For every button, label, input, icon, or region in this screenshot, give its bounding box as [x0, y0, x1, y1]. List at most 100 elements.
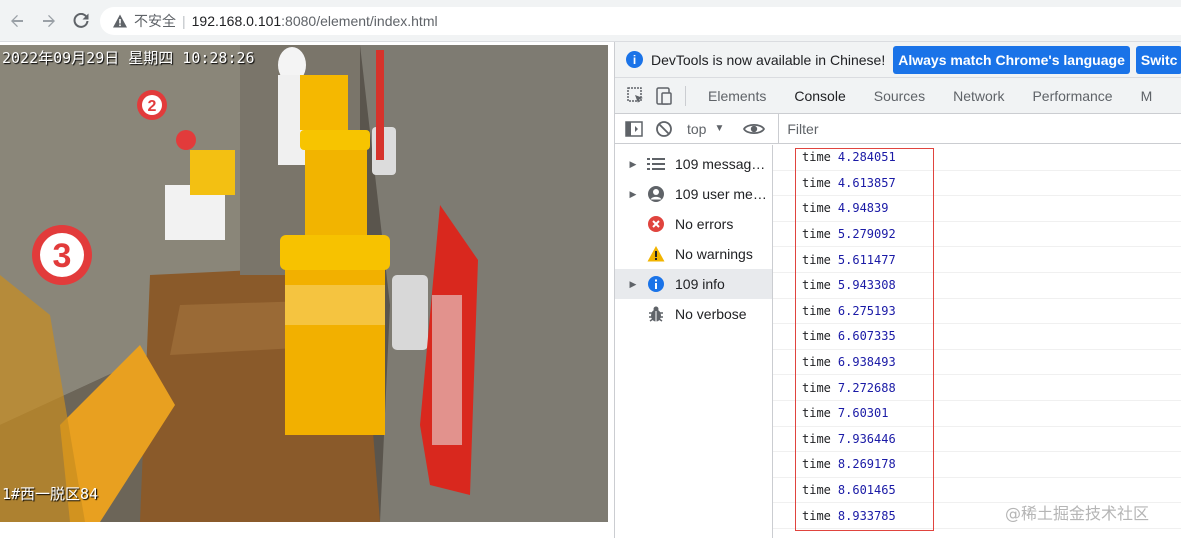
eye-icon — [743, 123, 766, 134]
infobar-text: DevTools is now available in Chinese! — [651, 51, 886, 68]
console-log-area[interactable]: time 4.284051 time 4.613857 time 4.94839 time 5… — [773, 145, 1181, 538]
console-filterbar: top ▼ Filter — [615, 113, 1181, 144]
device-toolbar-button[interactable] — [651, 83, 677, 109]
console-body: ▶ 109 messag… ▶ 109 user me… No errors N… — [615, 145, 1181, 538]
log-value: 6.938493 — [837, 355, 896, 370]
user-icon — [647, 185, 665, 203]
log-key: time — [802, 483, 831, 498]
expand-arrow-icon: ▶ — [629, 278, 637, 289]
context-label: top — [687, 120, 707, 137]
svg-text:2: 2 — [148, 98, 157, 115]
info-icon — [647, 275, 665, 293]
log-key: time — [802, 380, 831, 395]
arrow-right-icon — [43, 14, 55, 27]
log-key: time — [802, 175, 831, 190]
reload-button[interactable] — [66, 6, 96, 36]
context-selector[interactable]: top ▼ — [687, 121, 724, 137]
console-log-row: time 4.284051 — [773, 145, 1181, 171]
warning-icon — [647, 245, 665, 263]
back-button[interactable] — [2, 6, 32, 36]
console-log-row: time 6.938493 — [773, 350, 1181, 376]
console-sidebar: ▶ 109 messag… ▶ 109 user me… No errors N… — [615, 145, 773, 538]
insecure-label: 不安全 — [134, 13, 176, 29]
tab-more[interactable]: M — [1127, 78, 1167, 113]
tab-separator — [685, 85, 686, 106]
sidebar-item-info[interactable]: ▶ 109 info — [615, 269, 772, 299]
log-key: time — [802, 431, 831, 446]
toggle-sidebar-button[interactable] — [623, 118, 645, 140]
sidebar-toggle-icon — [625, 120, 643, 137]
clear-console-button[interactable] — [653, 118, 675, 140]
sidebar-item-warnings[interactable]: No warnings — [615, 239, 772, 269]
address-bar[interactable]: 不安全 | 192.168.0.101:8080/element/index.h… — [100, 7, 1181, 35]
log-value: 7.936446 — [837, 431, 896, 446]
log-key: time — [802, 329, 831, 344]
log-value: 4.94839 — [837, 201, 889, 216]
expand-arrow-icon: ▶ — [629, 158, 637, 169]
devtools-panel: i DevTools is now available in Chinese! … — [614, 42, 1181, 538]
log-value: 5.279092 — [837, 227, 896, 242]
console-log-row: time 4.94839 — [773, 196, 1181, 222]
watermark: @稀土掘金技术社区 — [1005, 504, 1150, 523]
tab-network[interactable]: Network — [939, 78, 1018, 113]
tab-console[interactable]: Console — [780, 78, 861, 113]
arrow-left-icon — [11, 14, 23, 27]
video-frame: 2 3 — [0, 45, 608, 522]
device-mode-icon — [656, 86, 672, 105]
switch-language-button[interactable]: Switc — [1135, 45, 1181, 74]
console-log-row: time 5.611477 — [773, 247, 1181, 273]
inspect-element-button[interactable] — [623, 83, 649, 109]
console-log-row: time 7.936446 — [773, 427, 1181, 453]
expand-arrow-icon: ▶ — [629, 188, 637, 199]
sidebar-item-label: No warnings — [675, 246, 753, 262]
log-value: 8.601465 — [837, 483, 896, 498]
video-player[interactable]: 2 3 2022年09月29日 星期四 10:28:26 1#西一脱区84 — [0, 45, 608, 522]
tab-performance[interactable]: Performance — [1018, 78, 1126, 113]
sidebar-item-label: No errors — [675, 216, 734, 232]
url-separator: | — [182, 13, 186, 29]
sidebar-item-errors[interactable]: No errors — [615, 209, 772, 239]
language-infobar: i DevTools is now available in Chinese! … — [615, 42, 1181, 78]
log-value: 8.269178 — [837, 457, 896, 472]
url-path: :8080/element/index.html — [281, 13, 438, 29]
log-value: 7.272688 — [837, 380, 896, 395]
console-log-row: time 7.272688 — [773, 375, 1181, 401]
video-timestamp: 2022年09月29日 星期四 10:28:26 — [2, 49, 255, 67]
log-value: 4.284051 — [837, 150, 896, 165]
console-log-row: time 5.279092 — [773, 222, 1181, 248]
forward-button[interactable] — [34, 6, 64, 36]
sidebar-item-messages[interactable]: ▶ 109 messag… — [615, 149, 772, 179]
log-key: time — [802, 227, 831, 242]
console-log-row: time 4.613857 — [773, 171, 1181, 197]
log-key: time — [802, 406, 831, 421]
list-icon — [647, 155, 665, 173]
warning-triangle-icon — [113, 14, 127, 28]
sidebar-item-verbose[interactable]: No verbose — [615, 299, 772, 329]
log-key: time — [802, 252, 831, 267]
console-log-row: time 7.60301 — [773, 401, 1181, 427]
live-expression-button[interactable] — [740, 118, 768, 140]
bug-icon — [647, 305, 665, 323]
log-value: 6.275193 — [837, 303, 896, 318]
sidebar-item-label: No verbose — [675, 306, 747, 322]
log-value: 6.607335 — [837, 329, 896, 344]
sidebar-item-user-messages[interactable]: ▶ 109 user me… — [615, 179, 772, 209]
log-value: 5.611477 — [837, 252, 896, 267]
log-key: time — [802, 457, 831, 472]
reload-icon — [73, 12, 89, 28]
always-match-language-button[interactable]: Always match Chrome's language — [893, 45, 1130, 74]
sidebar-item-label: 109 info — [675, 276, 725, 292]
console-log-row: time 6.275193 — [773, 299, 1181, 325]
error-icon — [647, 215, 665, 233]
tab-sources[interactable]: Sources — [860, 78, 939, 113]
info-icon: i — [626, 51, 643, 68]
tab-elements[interactable]: Elements — [694, 78, 780, 113]
log-key: time — [802, 278, 831, 293]
console-log-row: time 6.607335 — [773, 324, 1181, 350]
browser-toolbar: 不安全 | 192.168.0.101:8080/element/index.h… — [0, 0, 1181, 42]
clear-icon — [656, 120, 672, 137]
log-key: time — [802, 150, 831, 165]
inspect-cursor-icon — [627, 86, 643, 103]
sidebar-item-label: 109 user me… — [675, 186, 767, 202]
filter-input[interactable]: Filter — [778, 113, 1181, 144]
